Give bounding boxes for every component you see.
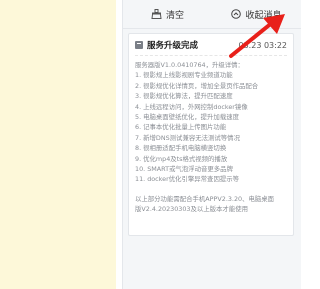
notification-line: 3. 很影规优化算法，提升匹配速度 [135, 92, 233, 101]
notification-card[interactable]: 服务升级完成 03.23 03:22 服务器版V1.0.0410764，升级详情… [128, 33, 294, 236]
notification-line: 9. 优化mp4及ts格式视频的播放 [135, 154, 228, 163]
clear-button[interactable]: 清空 [123, 0, 212, 28]
notification-footer: 以上部分功能需配合手机APPV2.3.20、电脑桌面 版V2.4.2023030… [135, 194, 287, 215]
notification-line: 2. 很影规优化详情页，增加全景页作品配合 [135, 81, 259, 90]
notification-line: 6. 记事本优化批量上传图片功能 [135, 123, 227, 132]
notification-line: 7. 新增DNS测试兼容无法测试等情况 [135, 133, 240, 142]
notification-body: 服务器版V1.0.0410764，升级详情： 1. 很影规上线影视剧专业频道功能… [135, 55, 287, 215]
notification-line: 11. docker优化引擎异常查因提示等 [135, 175, 240, 184]
clear-label: 清空 [165, 10, 184, 21]
background-area [0, 0, 116, 289]
notification-line: 4. 上线远程访问，外网控制docker镜像 [135, 102, 248, 111]
notification-line: 8. 很相册适配手机电脑横竖切换 [135, 144, 227, 153]
annotation-arrow [229, 14, 285, 58]
message-icon [135, 41, 143, 49]
footer-line: 版V2.4.20230303及以上版本才能使用 [135, 205, 248, 214]
broom-icon [151, 9, 162, 19]
notification-line: 5. 电脑桌面壁纸优化，提升加载速度 [135, 113, 239, 122]
notification-line: 10. SMART或气泡浮动音更多品牌 [135, 165, 233, 174]
notification-line: 1. 很影规上线影视剧专业频道功能 [135, 71, 233, 80]
footer-line: 以上部分功能需配合手机APPV2.3.20、电脑桌面 [135, 194, 275, 203]
